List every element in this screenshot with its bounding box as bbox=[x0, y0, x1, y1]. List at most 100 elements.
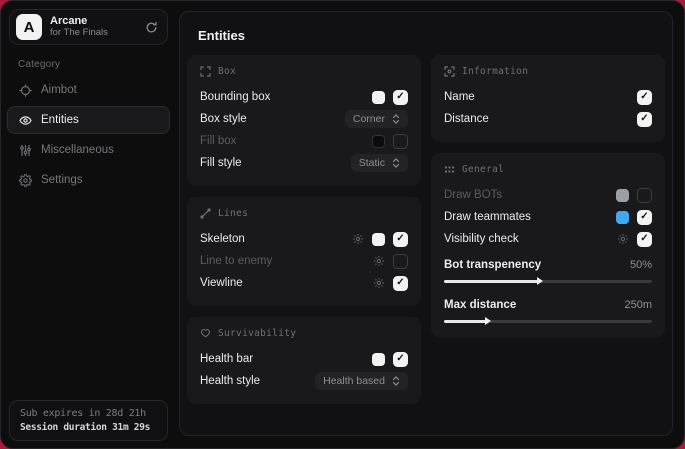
section-survivability: Survivability Health bar Health style bbox=[187, 317, 421, 404]
section-title: General bbox=[462, 164, 504, 175]
bot-transpenency-slider[interactable] bbox=[444, 276, 652, 286]
row-viewline: Viewline bbox=[200, 272, 408, 294]
dropdown-value: Health based bbox=[323, 375, 385, 387]
page-title: Entities bbox=[198, 28, 665, 43]
row-label: Bounding box bbox=[200, 91, 372, 103]
gear-icon[interactable] bbox=[617, 233, 629, 245]
row-fill-box: Fill box bbox=[200, 130, 408, 152]
row-label: Draw teammates bbox=[444, 211, 616, 223]
section-general-header: General bbox=[444, 164, 652, 175]
sidebar-item-miscellaneous[interactable]: Miscellaneous bbox=[7, 136, 170, 164]
section-lines: Lines Skeleton bbox=[187, 197, 421, 306]
color-swatch[interactable] bbox=[372, 135, 385, 148]
row-label: Distance bbox=[444, 113, 637, 125]
left-column: Box Bounding box Box style bbox=[187, 55, 421, 404]
section-lines-header: Lines bbox=[200, 208, 408, 219]
name-checkbox[interactable] bbox=[637, 90, 652, 105]
section-box: Box Bounding box Box style bbox=[187, 55, 421, 186]
slider-value: 50% bbox=[630, 259, 652, 271]
crosshair-icon bbox=[19, 84, 32, 97]
sidebar-nav: Aimbot Entities Miscella bbox=[1, 76, 176, 194]
sidebar-item-aimbot[interactable]: Aimbot bbox=[7, 76, 170, 104]
slider-fill bbox=[444, 280, 538, 283]
sidebar: A Arcane for The Finals Category Aimbot bbox=[1, 1, 176, 448]
box-style-dropdown[interactable]: Corner bbox=[345, 110, 408, 128]
row-draw-bots: Draw BOTs bbox=[444, 184, 652, 206]
color-swatch[interactable] bbox=[616, 189, 629, 202]
app-logo: A bbox=[16, 14, 42, 40]
dropdown-value: Static bbox=[359, 157, 385, 169]
health-style-dropdown[interactable]: Health based bbox=[315, 372, 408, 390]
row-label: Viewline bbox=[200, 277, 373, 289]
session-duration-text: Session duration 31m 29s bbox=[20, 422, 157, 433]
bounding-box-checkbox[interactable] bbox=[393, 90, 408, 105]
color-swatch[interactable] bbox=[372, 233, 385, 246]
max-distance-slider[interactable] bbox=[444, 316, 652, 326]
row-box-style: Box style Corner bbox=[200, 108, 408, 130]
app-window: A Arcane for The Finals Category Aimbot bbox=[0, 0, 685, 449]
row-visibility-check: Visibility check bbox=[444, 228, 652, 250]
row-label: Fill box bbox=[200, 135, 372, 147]
sidebar-item-settings[interactable]: Settings bbox=[7, 166, 170, 194]
row-name: Name bbox=[444, 86, 652, 108]
right-column: Information Name Distance bbox=[431, 55, 665, 338]
section-box-header: Box bbox=[200, 66, 408, 77]
fill-style-dropdown[interactable]: Static bbox=[351, 154, 408, 172]
app-title-block: Arcane for The Finals bbox=[50, 15, 137, 39]
slider-thumb[interactable] bbox=[485, 317, 491, 325]
viewline-checkbox[interactable] bbox=[393, 276, 408, 291]
bot-transpenency-group: Bot transpenency 50% bbox=[444, 256, 652, 286]
heart-icon bbox=[200, 328, 211, 339]
refresh-icon[interactable] bbox=[145, 21, 158, 34]
row-bounding-box: Bounding box bbox=[200, 86, 408, 108]
chevron-up-down-icon bbox=[392, 376, 400, 386]
section-information: Information Name Distance bbox=[431, 55, 665, 142]
app-logo-card: A Arcane for The Finals bbox=[9, 9, 168, 45]
row-label: Health bar bbox=[200, 353, 372, 365]
main-area: Entities Box bbox=[176, 1, 684, 448]
line-to-enemy-checkbox[interactable] bbox=[393, 254, 408, 269]
row-label: Line to enemy bbox=[200, 255, 373, 267]
row-line-to-enemy: Line to enemy bbox=[200, 250, 408, 272]
row-health-style: Health style Health based bbox=[200, 370, 408, 392]
row-skeleton: Skeleton bbox=[200, 228, 408, 250]
fill-box-checkbox[interactable] bbox=[393, 134, 408, 149]
section-title: Survivability bbox=[218, 328, 296, 339]
row-fill-style: Fill style Static bbox=[200, 152, 408, 174]
sidebar-item-entities[interactable]: Entities bbox=[7, 106, 170, 134]
color-swatch[interactable] bbox=[372, 91, 385, 104]
grid-dots-icon bbox=[444, 164, 455, 175]
skeleton-checkbox[interactable] bbox=[393, 232, 408, 247]
slider-label: Bot transpenency bbox=[444, 259, 630, 271]
max-distance-group: Max distance 250m bbox=[444, 296, 652, 326]
category-label: Category bbox=[18, 59, 176, 70]
sub-expires-text: Sub expires in 28d 21h bbox=[20, 408, 157, 419]
section-title: Box bbox=[218, 66, 236, 77]
gear-icon[interactable] bbox=[373, 255, 385, 267]
color-swatch[interactable] bbox=[372, 353, 385, 366]
distance-checkbox[interactable] bbox=[637, 112, 652, 127]
visibility-check-checkbox[interactable] bbox=[637, 232, 652, 247]
row-label: Health style bbox=[200, 375, 315, 387]
row-label: Name bbox=[444, 91, 637, 103]
draw-bots-checkbox[interactable] bbox=[637, 188, 652, 203]
sidebar-item-label: Entities bbox=[41, 114, 79, 126]
section-title: Information bbox=[462, 66, 528, 77]
health-bar-checkbox[interactable] bbox=[393, 352, 408, 367]
section-title: Lines bbox=[218, 208, 248, 219]
eye-icon bbox=[19, 114, 32, 127]
row-label: Visibility check bbox=[444, 233, 617, 245]
draw-teammates-checkbox[interactable] bbox=[637, 210, 652, 225]
app-subtitle: for The Finals bbox=[50, 28, 137, 39]
sidebar-item-label: Aimbot bbox=[41, 84, 77, 96]
slider-fill bbox=[444, 320, 486, 323]
row-label: Box style bbox=[200, 113, 345, 125]
sidebar-item-label: Miscellaneous bbox=[41, 144, 114, 156]
row-label: Draw BOTs bbox=[444, 189, 616, 201]
color-swatch[interactable] bbox=[616, 211, 629, 224]
slider-thumb[interactable] bbox=[537, 277, 543, 285]
row-health-bar: Health bar bbox=[200, 348, 408, 370]
gear-icon[interactable] bbox=[352, 233, 364, 245]
sliders-icon bbox=[19, 144, 32, 157]
gear-icon[interactable] bbox=[373, 277, 385, 289]
